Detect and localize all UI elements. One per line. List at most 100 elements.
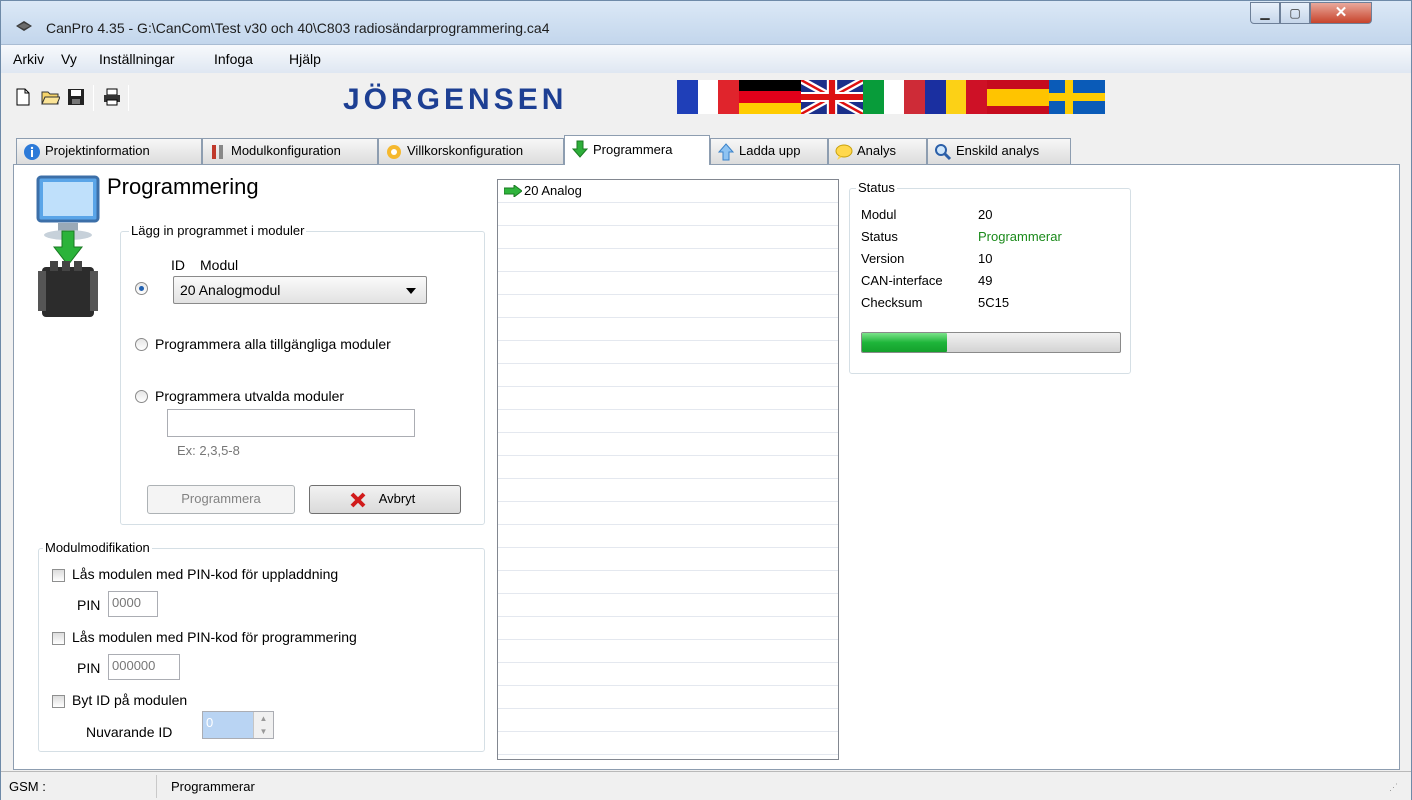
tab-programmera[interactable]: Programmera — [564, 135, 710, 165]
magnifier-icon — [935, 144, 952, 161]
tab-ladda-upp[interactable]: Ladda upp — [710, 138, 828, 164]
pin-program-input[interactable]: 000000 — [108, 654, 180, 680]
change-id-checkbox[interactable] — [52, 695, 65, 708]
status-value-version: 10 — [978, 251, 993, 266]
radio-all-modules[interactable] — [135, 338, 148, 351]
new-file-icon[interactable] — [13, 87, 33, 107]
list-item — [498, 433, 838, 456]
current-id-stepper[interactable]: 0 ▲ ▼ — [202, 711, 274, 739]
list-item — [498, 410, 838, 433]
status-key-version: Version — [861, 251, 905, 266]
tab-strip: Projektinformation Modulkonfiguration Vi… — [13, 135, 1403, 165]
list-item — [498, 387, 838, 410]
upload-arrow-icon — [717, 143, 735, 161]
french-flag[interactable] — [677, 80, 740, 114]
pin-label: PIN — [77, 660, 101, 676]
progress-bar — [861, 332, 1121, 353]
list-item — [498, 502, 838, 525]
list-item[interactable]: 20 Analog — [498, 180, 838, 203]
print-icon[interactable] — [102, 87, 122, 107]
list-item — [498, 686, 838, 709]
application-window: CanPro 4.35 - G:\CanCom\Test v30 och 40\… — [0, 0, 1412, 800]
status-key-modul: Modul — [861, 207, 897, 222]
change-id-label[interactable]: Byt ID på modulen — [72, 692, 187, 708]
info-icon — [24, 144, 40, 160]
list-item — [498, 249, 838, 272]
tab-modulkonfiguration[interactable]: Modulkonfiguration — [202, 138, 378, 164]
list-item — [498, 571, 838, 594]
minimize-button[interactable]: ▁ — [1250, 2, 1280, 24]
pin-upload-input[interactable]: 0000 — [108, 591, 158, 617]
lock-upload-label[interactable]: Lås modulen med PIN-kod för uppladdning — [72, 566, 338, 582]
group-label: Lägg in programmet i moduler — [129, 223, 307, 238]
download-arrow-icon — [571, 140, 589, 158]
tab-enskild-analys[interactable]: Enskild analys — [927, 138, 1071, 164]
list-item — [498, 203, 838, 226]
swedish-flag[interactable] — [1049, 80, 1105, 114]
group-label: Status — [856, 180, 897, 195]
close-button[interactable]: ✕ — [1310, 2, 1372, 24]
lock-program-checkbox[interactable] — [52, 632, 65, 645]
tab-label: Modulkonfiguration — [231, 143, 341, 158]
list-item — [498, 318, 838, 341]
module-list[interactable]: 20 Analog — [497, 179, 839, 760]
app-chip-icon — [16, 21, 32, 31]
analysis-icon — [835, 144, 853, 160]
save-icon[interactable] — [66, 87, 86, 107]
resize-grip-icon[interactable]: ⋰ — [1389, 782, 1398, 793]
programmera-button[interactable]: Programmera — [147, 485, 295, 514]
radio-selected-modules[interactable] — [135, 390, 148, 403]
modulmodifikation-group: Modulmodifikation Lås modulen med PIN-ko… — [38, 540, 485, 752]
tab-label: Ladda upp — [739, 143, 801, 158]
lock-program-label[interactable]: Lås modulen med PIN-kod för programmerin… — [72, 629, 357, 645]
italian-flag[interactable] — [863, 80, 926, 114]
stepper-arrows-icon[interactable]: ▲ ▼ — [253, 712, 273, 738]
german-flag[interactable] — [739, 80, 801, 114]
tab-label: Villkorskonfiguration — [407, 143, 524, 158]
module-select[interactable]: 20 Analogmodul — [173, 276, 427, 304]
list-item — [498, 226, 838, 249]
avbryt-button[interactable]: Avbryt — [309, 485, 461, 514]
brand-logo: JÖRGENSEN — [343, 83, 568, 116]
current-id-value: 0 — [206, 715, 214, 730]
toolbar-separator — [128, 85, 129, 111]
condition-icon — [387, 145, 401, 159]
maximize-button[interactable]: ▢ — [1280, 2, 1310, 24]
list-item — [498, 640, 838, 663]
tab-label: Enskild analys — [956, 143, 1040, 158]
spanish-flag[interactable] — [987, 80, 1049, 114]
list-item — [498, 525, 838, 548]
chevron-down-icon — [406, 288, 416, 294]
gsm-status: GSM : — [9, 779, 46, 794]
status-key-can-interface: CAN-interface — [861, 273, 943, 288]
option-selected-label[interactable]: Programmera utvalda moduler — [155, 388, 344, 404]
menu-vy[interactable]: Vy — [61, 51, 77, 67]
column-modul-label: Modul — [200, 257, 239, 273]
radio-single-module[interactable] — [135, 282, 148, 295]
column-id-label: ID — [171, 257, 185, 273]
pin-label: PIN — [77, 597, 101, 613]
list-item — [498, 341, 838, 364]
option-all-label[interactable]: Programmera alla tillgängliga moduler — [155, 336, 391, 352]
toolbar-separator — [93, 85, 94, 111]
tab-villkorskonfiguration[interactable]: Villkorskonfiguration — [378, 138, 564, 164]
tab-label: Projektinformation — [45, 143, 150, 158]
status-key-checksum: Checksum — [861, 295, 923, 310]
lock-upload-checkbox[interactable] — [52, 569, 65, 582]
romanian-flag[interactable] — [925, 80, 988, 114]
open-folder-icon[interactable] — [40, 87, 60, 107]
progress-fill — [862, 333, 948, 352]
page-title: Programmering — [107, 174, 259, 199]
menu-infoga[interactable]: Infoga — [214, 51, 253, 67]
tab-projektinformation[interactable]: Projektinformation — [16, 138, 202, 164]
module-select-value: 20 Analogmodul — [180, 282, 281, 298]
menu-installningar[interactable]: Inställningar — [99, 51, 175, 67]
uk-flag[interactable] — [801, 80, 863, 114]
menu-hjalp[interactable]: Hjälp — [289, 51, 321, 67]
program-modules-group: Lägg in programmet i moduler ID Modul 20… — [120, 223, 485, 525]
list-item — [498, 732, 838, 755]
menu-arkiv[interactable]: Arkiv — [13, 51, 44, 67]
tab-analys[interactable]: Analys — [828, 138, 927, 164]
menu-bar: Arkiv Vy Inställningar Infoga Hjälp — [1, 45, 1411, 73]
selected-modules-input[interactable] — [167, 409, 415, 437]
